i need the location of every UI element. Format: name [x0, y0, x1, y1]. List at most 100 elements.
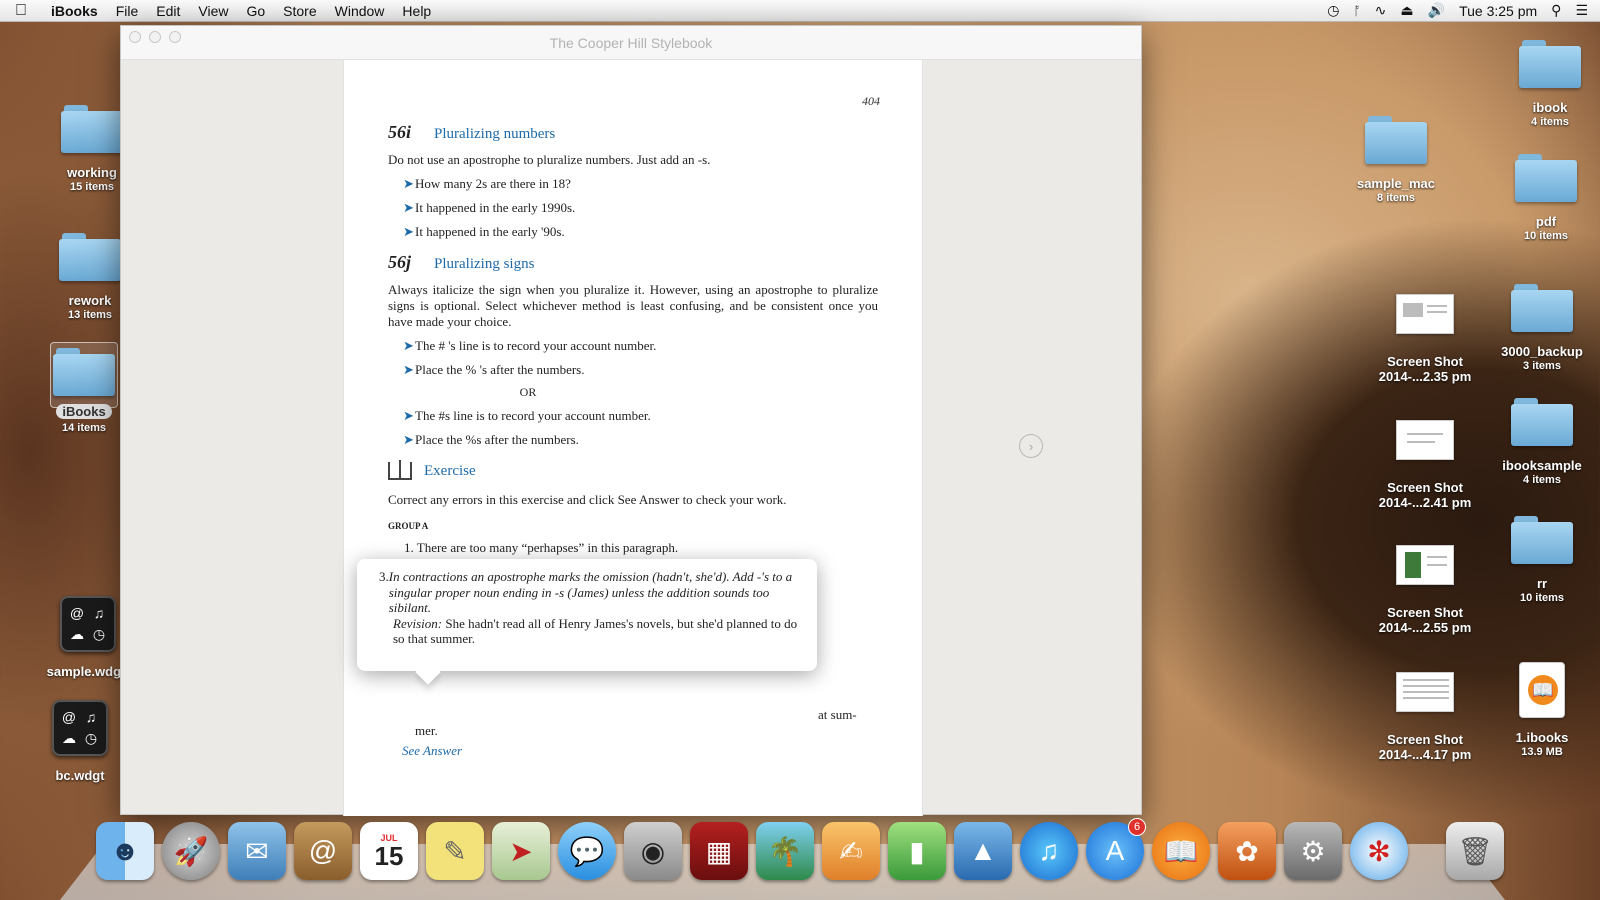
spotlight-icon[interactable]: ⚲ — [1551, 2, 1561, 19]
ibooks-icon[interactable]: 📖 — [1152, 822, 1210, 880]
desktop-screenshot-4[interactable]: Screen Shot 2014-...4.17 pm — [1365, 672, 1485, 762]
trash-icon[interactable]: 🗑 — [1446, 822, 1504, 880]
finder-icon[interactable]: ☻ — [96, 822, 154, 880]
desktop-screenshot-3[interactable]: Screen Shot 2014-...2.55 pm — [1365, 545, 1485, 635]
open-book-icon — [388, 460, 412, 480]
section-title: Pluralizing numbers — [434, 126, 556, 142]
maps-icon[interactable]: ➤ — [492, 822, 550, 880]
at-icon: @ — [69, 604, 85, 621]
menu-file[interactable]: File — [107, 3, 148, 19]
menu-go[interactable]: Go — [237, 3, 274, 19]
example-item: ➤ It happened in the early '90s. — [403, 224, 565, 239]
notification-center-icon[interactable]: ☰ — [1575, 2, 1588, 19]
messages-icon[interactable]: 💬 — [558, 822, 616, 880]
page-number: 404 — [862, 94, 880, 108]
example-item: ➤ It happened in the early 1990s. — [403, 200, 576, 215]
arrow-bullet-icon: ➤ — [403, 200, 414, 215]
folder-icon — [1511, 516, 1573, 564]
window-titlebar[interactable]: The Cooper Hill Stylebook — [121, 26, 1141, 60]
page-content: 56i Pluralizing numbers Do not use an ap… — [388, 122, 878, 758]
status-area: ◷ ᚩ ∿ ⏏ 🔊 Tue 3:25 pm ⚲ ☰ — [1327, 2, 1600, 19]
menu-app[interactable]: iBooks — [42, 3, 107, 19]
example-item: ➤ Place the %s after the numbers. — [403, 432, 579, 447]
arrow-bullet-icon: ➤ — [403, 176, 414, 191]
iphoto-icon[interactable]: 🌴 — [756, 822, 814, 880]
folder-icon — [53, 348, 115, 396]
example-item: ➤ How many 2s are there in 18? — [403, 176, 571, 191]
contacts-icon[interactable]: @ — [294, 822, 352, 880]
calendar-icon[interactable]: JUL 15 — [360, 822, 418, 880]
arrow-bullet-icon: ➤ — [403, 432, 414, 447]
desktop-folder-3000-backup[interactable]: 3000_backup 3 items — [1482, 284, 1600, 373]
example-item: ➤ The #s line is to record your account n… — [403, 408, 651, 423]
itunes-icon[interactable]: ♫ — [1020, 822, 1078, 880]
menu-bar:  iBooks File Edit View Go Store Window … — [0, 0, 1600, 22]
menu-view[interactable]: View — [189, 3, 237, 19]
notification-badge: 6 — [1128, 818, 1146, 836]
arrow-bullet-icon: ➤ — [403, 362, 414, 377]
desktop-folder-ibook[interactable]: ibook 4 items — [1490, 40, 1600, 129]
safari-icon[interactable]: ✻ — [1350, 822, 1408, 880]
desktop-folder-sample-mac[interactable]: sample_mac 8 items — [1336, 116, 1456, 205]
or-separator: OR — [519, 385, 537, 399]
desktop-screenshot-2[interactable]: Screen Shot 2014-...2.41 pm — [1365, 420, 1485, 510]
photo-booth-icon[interactable]: ▦ — [690, 822, 748, 880]
clock[interactable]: Tue 3:25 pm — [1459, 3, 1537, 19]
folder-icon — [1515, 154, 1577, 202]
arrow-bullet-icon: ➤ — [403, 224, 414, 239]
zoom-button[interactable] — [169, 31, 181, 43]
widget-bc[interactable]: @ ♫ ☁ ◷ — [52, 700, 108, 756]
facetime-icon[interactable]: ◉ — [624, 822, 682, 880]
next-page-button[interactable]: › — [1019, 434, 1043, 458]
volume-icon[interactable]: 🔊 — [1428, 2, 1445, 19]
widget-sample[interactable]: @ ♫ ☁ ◷ — [60, 596, 116, 652]
screenshot-thumbnail — [1396, 545, 1454, 585]
app-store-icon[interactable]: A6 — [1086, 818, 1146, 880]
ibooks-window: The Cooper Hill Stylebook 404 56i Plural… — [120, 25, 1142, 816]
menu-window[interactable]: Window — [326, 3, 394, 19]
pages-icon[interactable]: ✍ — [822, 822, 880, 880]
numbers-icon[interactable]: ▮ — [888, 822, 946, 880]
apple-menu-icon[interactable]:  — [0, 2, 42, 20]
section-heading-56i: 56i Pluralizing numbers — [388, 122, 878, 142]
time-machine-icon[interactable]: ◷ — [1327, 2, 1339, 19]
revision-text: Revision: She hadn't read all of Henry J… — [393, 615, 798, 647]
desktop-file-1-ibooks[interactable]: 📖 1.ibooks 13.9 MB — [1482, 662, 1600, 759]
screenshot-thumbnail — [1396, 420, 1454, 460]
folder-icon — [61, 105, 123, 153]
example-item: ➤ The # 's line is to record your account… — [403, 338, 657, 353]
desktop-folder-pdf[interactable]: pdf 10 items — [1486, 154, 1600, 243]
wifi-icon[interactable]: ∿ — [1375, 2, 1387, 19]
launchpad-icon[interactable]: 🚀 — [162, 822, 220, 880]
section-number: 56i — [388, 122, 412, 142]
section-number: 56j — [388, 252, 412, 272]
ibooks-document-icon: 📖 — [1519, 662, 1565, 718]
mail-icon[interactable]: ✉ — [228, 822, 286, 880]
stickies-icon[interactable]: ✎ — [426, 822, 484, 880]
answer-popover: 3. In contractions an apostrophe marks t… — [357, 559, 817, 671]
folder-icon — [59, 233, 121, 281]
desktop-folder-ibooksample[interactable]: ibooksample 4 items — [1482, 398, 1600, 487]
menu-edit[interactable]: Edit — [147, 3, 189, 19]
menu-store[interactable]: Store — [274, 3, 325, 19]
desktop-screenshot-1[interactable]: Screen Shot 2014-...2.35 pm — [1365, 294, 1485, 384]
system-preferences-icon[interactable]: ⚙ — [1284, 822, 1342, 880]
section-title: Pluralizing signs — [434, 256, 535, 272]
menu-help[interactable]: Help — [393, 3, 440, 19]
group-label: GROUP A — [388, 521, 429, 531]
arrow-bullet-icon: ➤ — [403, 408, 414, 423]
music-icon: ♫ — [93, 604, 105, 621]
see-answer-link[interactable]: See Answer — [402, 743, 462, 759]
close-button[interactable] — [129, 31, 141, 43]
keynote-icon[interactable]: ▲ — [954, 822, 1012, 880]
paragraph: Do not use an apostrophe to pluralize nu… — [388, 152, 711, 167]
example-item: ➤ Place the % 's after the numbers. — [403, 362, 585, 377]
eject-icon[interactable]: ⏏ — [1400, 2, 1413, 19]
bluetooth-icon[interactable]: ᚩ — [1353, 4, 1360, 18]
desktop-folder-rr[interactable]: rr 10 items — [1482, 516, 1600, 605]
clock-icon: ◷ — [84, 730, 98, 747]
minimize-button[interactable] — [149, 31, 161, 43]
pixelmator-icon[interactable]: ✿ — [1218, 822, 1276, 880]
clock-icon: ◷ — [92, 626, 106, 643]
paragraph: Always italicize the sign when you plura… — [388, 282, 878, 329]
